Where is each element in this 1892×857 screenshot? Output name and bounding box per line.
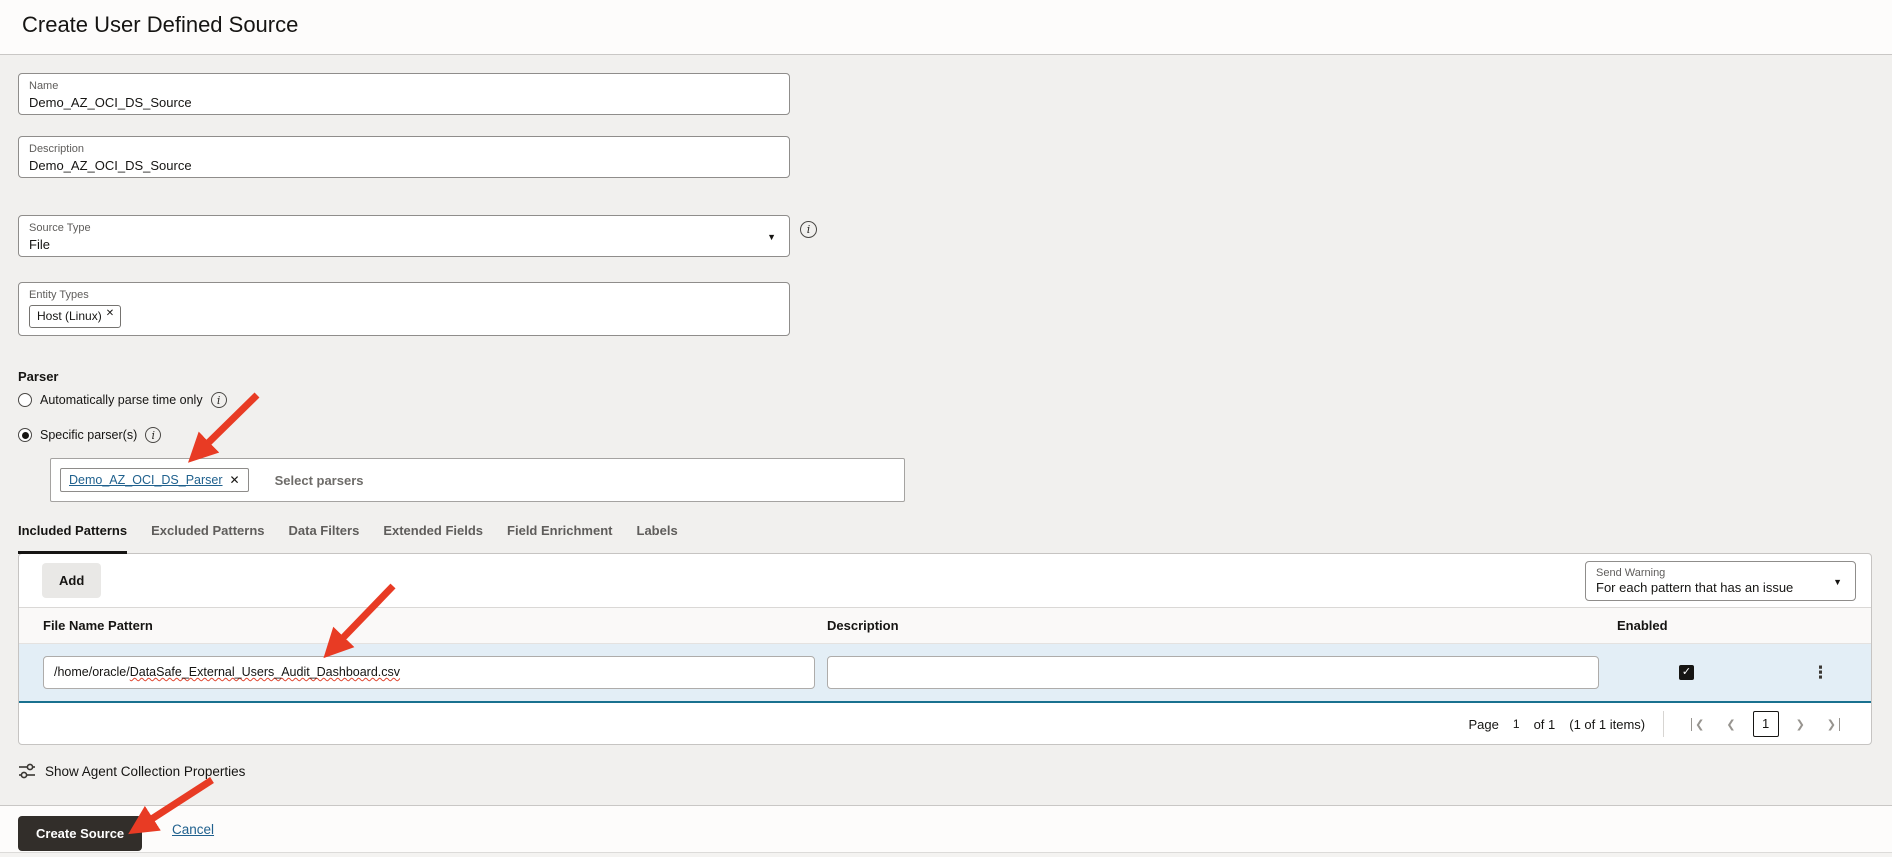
last-page-icon[interactable]: ❯ <box>1827 717 1840 731</box>
column-header-file-name-pattern: File Name Pattern <box>43 618 153 633</box>
pagination-divider <box>1663 711 1665 737</box>
file-path-prefix: /home/oracle/ <box>54 665 130 679</box>
parser-option-auto-parse[interactable]: Automatically parse time only i <box>18 392 227 408</box>
page-of-total: of 1 <box>1533 716 1556 732</box>
show-agent-collection-properties-label: Show Agent Collection Properties <box>45 763 246 779</box>
parser-multiselect-field[interactable]: Demo_AZ_OCI_DS_Parser ✕ Select parsers <box>50 458 905 502</box>
tab-data-filters[interactable]: Data Filters <box>289 523 360 554</box>
entity-type-chip-remove-icon[interactable]: ✕ <box>106 309 114 319</box>
entity-type-chip-label: Host (Linux) <box>37 309 102 323</box>
auto-parse-info-icon[interactable]: i <box>210 392 227 408</box>
tab-field-enrichment[interactable]: Field Enrichment <box>507 523 612 554</box>
page-footer: Create Source Cancel <box>0 805 1892 852</box>
file-path-name: DataSafe_External_Users_Audit_Dashboard.… <box>129 665 401 679</box>
show-agent-collection-properties-toggle[interactable]: Show Agent Collection Properties <box>18 762 245 780</box>
send-warning-select[interactable]: Send Warning For each pattern that has a… <box>1585 561 1856 601</box>
parser-option-specific-parsers[interactable]: Specific parser(s) i <box>18 427 162 443</box>
parser-option-auto-parse-label: Automatically parse time only <box>40 393 203 407</box>
entity-types-label: Entity Types <box>29 289 89 301</box>
radio-selected-icon <box>18 428 32 442</box>
source-type-label: Source Type <box>29 222 91 234</box>
file-name-pattern-input[interactable]: /home/oracle/DataSafe_External_Users_Aud… <box>43 656 815 689</box>
source-type-info-icon[interactable]: i <box>800 221 817 238</box>
next-page-icon[interactable]: ❯ <box>1796 718 1805 731</box>
tab-included-patterns[interactable]: Included Patterns <box>18 523 128 554</box>
enabled-checkbox[interactable]: ✓ <box>1679 665 1694 680</box>
current-page-box[interactable]: 1 <box>1752 711 1779 737</box>
page-title: Create User Defined Source <box>22 12 299 37</box>
description-field[interactable]: Description Demo_AZ_OCI_DS_Source <box>18 136 790 178</box>
description-field-value: Demo_AZ_OCI_DS_Source <box>29 158 192 173</box>
page-label: Page <box>1468 716 1499 732</box>
tab-labels[interactable]: Labels <box>637 523 678 554</box>
cancel-link[interactable]: Cancel <box>172 822 214 837</box>
description-field-label: Description <box>29 143 85 155</box>
name-field-value: Demo_AZ_OCI_DS_Source <box>29 95 192 110</box>
page-number: 1 <box>1512 717 1520 731</box>
included-patterns-card: Add Send Warning For each pattern that h… <box>18 553 1872 745</box>
send-warning-value: For each pattern that has an issue <box>1596 580 1794 595</box>
sliders-icon <box>19 763 35 779</box>
name-field-label: Name <box>29 80 59 92</box>
pattern-table-row: /home/oracle/DataSafe_External_Users_Aud… <box>19 644 1871 703</box>
chevron-down-icon: ▼ <box>767 231 776 242</box>
pagination-bar: Page 1 of 1 (1 of 1 items) ❮ ❮ 1 ❯ ❯ <box>19 703 1871 745</box>
source-type-select[interactable]: Source Type File ▼ <box>18 215 790 257</box>
page-header: Create User Defined Source <box>0 0 1892 55</box>
previous-page-icon[interactable]: ❮ <box>1726 718 1735 731</box>
chevron-down-icon: ▼ <box>1833 576 1842 587</box>
parser-chip: Demo_AZ_OCI_DS_Parser ✕ <box>60 468 249 492</box>
row-actions-kebab-icon[interactable]: ⋮ <box>1812 661 1829 685</box>
patterns-table-header: File Name Pattern Description Enabled <box>19 608 1871 644</box>
check-icon: ✓ <box>1681 666 1692 678</box>
name-field[interactable]: Name Demo_AZ_OCI_DS_Source <box>18 73 790 115</box>
pattern-description-input[interactable] <box>827 656 1599 689</box>
create-source-button[interactable]: Create Source <box>18 816 143 851</box>
pattern-tabs: Included Patterns Excluded Patterns Data… <box>18 523 678 554</box>
specific-parsers-info-icon[interactable]: i <box>145 427 162 443</box>
tab-excluded-patterns[interactable]: Excluded Patterns <box>151 523 264 554</box>
add-pattern-button[interactable]: Add <box>42 563 102 598</box>
patterns-toolbar: Add Send Warning For each pattern that h… <box>19 554 1871 608</box>
parser-chip-remove-icon[interactable]: ✕ <box>230 473 240 487</box>
first-page-icon[interactable]: ❮ <box>1691 717 1704 731</box>
parser-heading: Parser <box>18 369 59 384</box>
bottom-edge-strip <box>0 852 1892 857</box>
send-warning-label: Send Warning <box>1596 567 1666 579</box>
entity-type-chip: Host (Linux) ✕ <box>29 305 122 328</box>
source-type-value: File <box>29 237 50 252</box>
parser-option-specific-parsers-label: Specific parser(s) <box>40 428 138 442</box>
parser-chip-link[interactable]: Demo_AZ_OCI_DS_Parser <box>69 473 223 487</box>
radio-unselected-icon <box>18 393 32 407</box>
items-summary: (1 of 1 items) <box>1569 716 1646 732</box>
column-header-description: Description <box>827 618 899 633</box>
column-header-enabled: Enabled <box>1617 618 1668 633</box>
tab-extended-fields[interactable]: Extended Fields <box>383 523 483 554</box>
entity-types-field[interactable]: Entity Types Host (Linux) ✕ <box>18 282 790 336</box>
parser-placeholder: Select parsers <box>274 472 364 488</box>
